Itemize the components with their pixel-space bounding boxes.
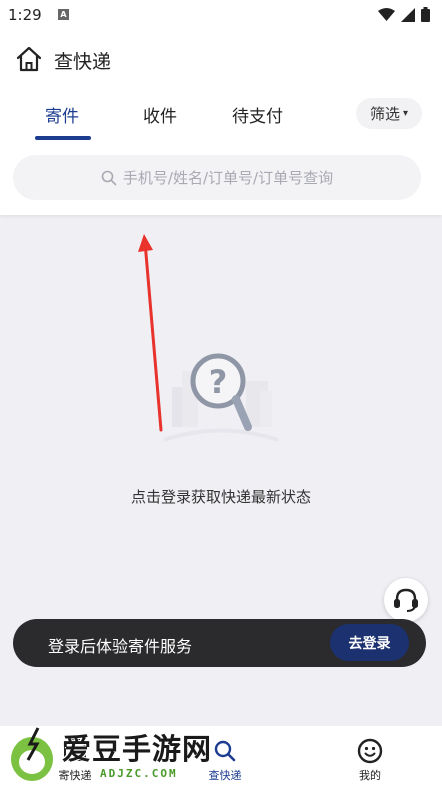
nav-label-send-express: 寄快递	[58, 769, 92, 782]
bottom-nav: 寄快递 查快递 我的	[0, 726, 442, 785]
search-express-icon	[214, 740, 236, 762]
tab-send[interactable]: 寄件	[45, 102, 79, 127]
search-input[interactable]: 手机号/姓名/订单号/订单号查询	[13, 155, 421, 200]
status-time: 1:29	[8, 6, 42, 24]
nav-item-mine[interactable]: 我的	[330, 726, 410, 785]
filter-label: 筛选	[369, 105, 400, 123]
top-panel: 查快递 寄件 收件 待支付 筛选 ▾ 手机号/姓名/订单号/订单号查询	[0, 32, 442, 215]
nav-item-send-express[interactable]: 寄快递	[35, 726, 115, 785]
page-title: 查快递	[54, 51, 112, 73]
nav-label-search-express: 查快递	[208, 769, 242, 782]
send-express-icon	[64, 739, 86, 761]
status-bar: 1:29 A	[0, 0, 442, 32]
home-icon	[16, 46, 42, 72]
home-button[interactable]	[14, 44, 44, 74]
nav-item-search-express[interactable]: 查快递	[185, 726, 265, 785]
empty-search-illustration-icon: ?	[163, 353, 279, 442]
filter-button[interactable]: 筛选 ▾	[356, 98, 422, 129]
active-tab-indicator	[35, 136, 91, 140]
headset-icon	[394, 588, 418, 612]
smiley-icon	[357, 738, 383, 764]
svg-text:?: ?	[209, 363, 228, 401]
battery-icon	[421, 7, 430, 22]
login-prompt-bar: 登录后体验寄件服务 去登录	[13, 619, 426, 667]
wifi-icon	[378, 7, 395, 21]
go-login-button[interactable]: 去登录	[330, 624, 409, 661]
search-placeholder: 手机号/姓名/订单号/订单号查询	[122, 169, 334, 187]
customer-service-button[interactable]	[384, 578, 428, 622]
nav-label-mine: 我的	[359, 769, 381, 782]
notification-badge-icon: A	[58, 9, 69, 20]
search-icon	[101, 170, 117, 185]
login-prompt-text: 登录后体验寄件服务	[48, 637, 193, 656]
signal-icon	[401, 7, 415, 22]
chevron-down-icon: ▾	[402, 108, 409, 119]
status-icons	[378, 7, 430, 22]
tab-receive[interactable]: 收件	[143, 102, 177, 127]
tab-pending-payment[interactable]: 待支付	[232, 102, 283, 127]
empty-state-message: 点击登录获取快递最新状态	[130, 488, 311, 506]
